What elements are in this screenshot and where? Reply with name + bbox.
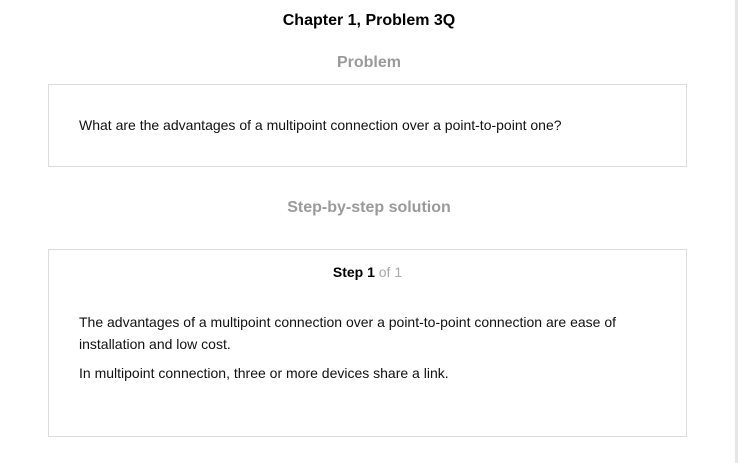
solution-heading: Step-by-step solution [287,199,451,216]
solution-paragraph: In multipoint connection, three or more … [79,365,449,381]
page-title: Chapter 1, Problem 3Q [282,12,456,29]
solution-paragraph: The advantages of a multipoint connectio… [79,314,617,352]
problem-card: What are the advantages of a multipoint … [48,84,687,167]
step-indicator: Step 1 of 1 [49,262,686,282]
problem-heading: Problem [336,54,401,71]
step-number-label: Step 1 [332,264,375,280]
step-total-label: of 1 [378,264,403,280]
problem-question-text: What are the advantages of a multipoint … [79,117,562,133]
solution-card: Step 1 of 1 The advantages of a multipoi… [48,249,687,437]
step-body: The advantages of a multipoint connectio… [79,311,654,391]
